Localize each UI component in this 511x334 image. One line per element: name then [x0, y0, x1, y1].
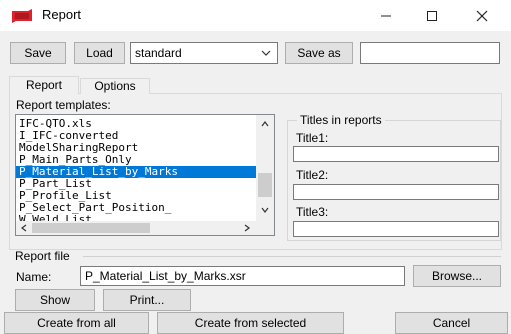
templates-vertical-scrollbar[interactable]	[256, 115, 274, 221]
scrollbar-corner	[256, 221, 274, 235]
create-from-all-button[interactable]: Create from all	[4, 312, 149, 334]
close-icon	[476, 10, 488, 21]
print-button-label: Print...	[129, 293, 165, 307]
list-item[interactable]: P_Main_Parts_Only	[16, 154, 256, 166]
templates-horizontal-scrollbar[interactable]	[16, 221, 256, 235]
horizontal-scroll-thumb[interactable]	[32, 223, 150, 233]
scroll-left-icon[interactable]	[21, 224, 27, 232]
title3-label: Title3:	[296, 205, 329, 219]
title1-label: Title1:	[296, 131, 329, 145]
title2-label: Title2:	[296, 168, 329, 182]
tab-report[interactable]: Report	[9, 76, 79, 94]
title1-field[interactable]	[293, 146, 499, 162]
save-button-label: Save	[24, 46, 52, 60]
print-button[interactable]: Print...	[103, 289, 191, 311]
load-button[interactable]: Load	[74, 42, 125, 64]
browse-button[interactable]: Browse...	[413, 265, 501, 287]
name-label: Name:	[16, 270, 52, 284]
report-file-group-label: Report file	[15, 249, 70, 263]
report-file-name-field[interactable]: P_Material_List_by_Marks.xsr	[80, 266, 405, 286]
list-item[interactable]: P_Select_Part_Position_	[16, 202, 256, 214]
scroll-down-icon[interactable]	[261, 207, 269, 213]
save-as-field[interactable]	[360, 42, 500, 64]
show-button[interactable]: Show	[15, 289, 95, 311]
show-button-label: Show	[39, 293, 71, 307]
close-button[interactable]	[459, 0, 505, 31]
list-item[interactable]: P_Part_List	[16, 178, 256, 190]
minimize-icon	[381, 15, 391, 16]
report-app-icon	[12, 9, 32, 23]
cancel-button-label: Cancel	[432, 316, 471, 330]
title2-field[interactable]	[293, 184, 499, 200]
titles-group-label: Titles in reports	[297, 113, 385, 127]
create-from-selected-label: Create from selected	[194, 316, 307, 330]
scroll-up-icon[interactable]	[261, 121, 269, 127]
templates-listbox[interactable]: IFC-QTO.xls I_IFC-converted ModelSharing…	[15, 114, 275, 236]
list-item[interactable]: ModelSharingReport	[16, 142, 256, 154]
save-button[interactable]: Save	[10, 42, 66, 64]
maximize-button[interactable]	[409, 0, 455, 31]
cancel-button[interactable]: Cancel	[395, 312, 508, 334]
chevron-down-icon	[261, 50, 271, 56]
scroll-right-icon[interactable]	[244, 224, 250, 232]
window-title: Report	[42, 7, 82, 22]
report-file-divider	[83, 256, 501, 257]
minimize-button[interactable]	[363, 0, 409, 31]
list-item[interactable]: I_IFC-converted	[16, 130, 256, 142]
list-item[interactable]: IFC-QTO.xls	[16, 118, 256, 130]
tab-report-label: Report	[25, 78, 63, 92]
tab-options[interactable]: Options	[80, 78, 150, 94]
config-dropdown-value: standard	[135, 46, 182, 60]
load-button-label: Load	[86, 46, 113, 60]
tab-options-label: Options	[94, 79, 136, 93]
report-file-name-value: P_Material_List_by_Marks.xsr	[85, 269, 246, 283]
list-item-selected[interactable]: P_Material_List_by_Marks	[16, 166, 256, 178]
create-from-selected-button[interactable]: Create from selected	[157, 312, 344, 334]
templates-label: Report templates:	[16, 98, 111, 112]
title3-field[interactable]	[293, 221, 499, 237]
maximize-icon	[427, 10, 437, 21]
save-as-button[interactable]: Save as	[285, 42, 353, 64]
browse-button-label: Browse...	[431, 269, 482, 283]
vertical-scroll-thumb[interactable]	[258, 173, 272, 197]
create-from-all-label: Create from all	[37, 316, 116, 330]
save-as-button-label: Save as	[297, 46, 341, 60]
templates-list: IFC-QTO.xls I_IFC-converted ModelSharing…	[16, 118, 256, 226]
config-dropdown[interactable]: standard	[130, 42, 278, 64]
list-item[interactable]: P_Profile_List	[16, 190, 256, 202]
